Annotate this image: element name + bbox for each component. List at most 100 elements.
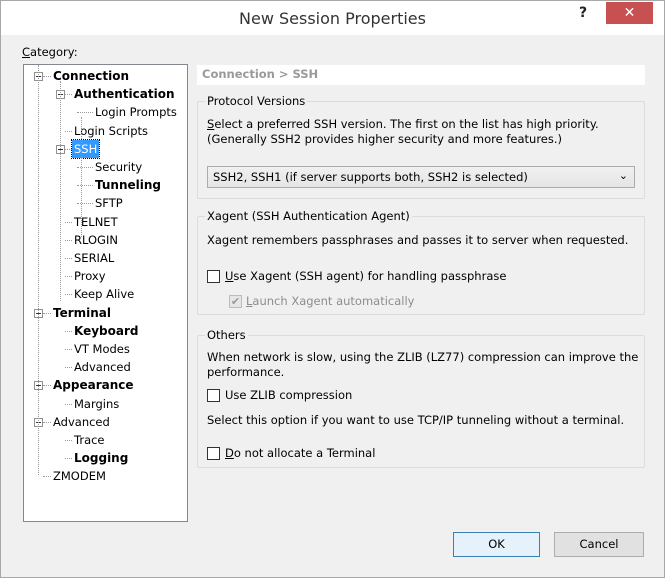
tree-item-appearance[interactable]: Appearance: [24, 376, 184, 394]
tree-connector: [65, 239, 72, 241]
tree-item-ssh[interactable]: SSH: [24, 138, 184, 159]
category-label: Category:: [22, 45, 78, 59]
tree-item-label: Keep Alive: [74, 287, 135, 302]
tree-item-proxy[interactable]: Proxy: [24, 267, 184, 285]
tree-connector: [65, 367, 72, 369]
window-title: New Session Properties: [239, 9, 426, 28]
tree-item-label: Authentication: [74, 87, 175, 102]
others-group: Others When network is slow, using the Z…: [197, 328, 645, 468]
launch-xagent-label[interactable]: Launch Xagent automatically: [246, 294, 414, 308]
category-tree[interactable]: Connection Authentication Login Prompts Log…: [23, 64, 188, 522]
protocol-desc: Select a preferred SSH version. The firs…: [207, 117, 599, 131]
close-button[interactable]: ✕: [606, 2, 653, 24]
tree-connector: [65, 294, 72, 296]
tree-connector: [43, 312, 51, 314]
tree-connector: [65, 403, 72, 405]
tree-item-label: Appearance: [53, 378, 134, 393]
tree-item-label: Login Prompts: [95, 105, 177, 120]
tree-connector: [65, 330, 72, 332]
tree-item-label: Terminal: [53, 305, 112, 320]
tree-item-serial[interactable]: SERIAL: [24, 249, 184, 267]
tree-item-login-scripts[interactable]: Login Scripts: [24, 122, 184, 140]
tree-line: [60, 81, 61, 301]
tree-connector: [43, 76, 51, 77]
title-bar: New Session Properties ? ✕: [1, 1, 664, 35]
tree-item-logging[interactable]: Logging: [24, 449, 184, 467]
tree-item-zmodem[interactable]: ZMODEM: [24, 467, 184, 485]
tree-item-label: Logging: [74, 451, 129, 466]
tree-item-label: SERIAL: [74, 251, 115, 265]
dialog-window: New Session Properties ? ✕ Category: Con…: [0, 0, 665, 578]
tree-connector: [43, 476, 51, 478]
tree-connector: [77, 167, 93, 168]
tree-connector: [43, 385, 51, 387]
help-button[interactable]: ?: [579, 5, 587, 21]
zlib-label[interactable]: Use ZLIB compression: [225, 388, 352, 402]
group-title: Protocol Versions: [205, 94, 308, 108]
tree-item-keep-alive[interactable]: Keep Alive: [24, 285, 184, 303]
tree-item-login-prompts[interactable]: Login Prompts: [24, 103, 184, 121]
tree-connector: [65, 349, 72, 350]
no-terminal-checkbox[interactable]: [207, 447, 220, 460]
tree-connector: [65, 148, 72, 150]
tree-item-label: Advanced: [74, 360, 131, 375]
tree-item-label: Keyboard: [74, 323, 139, 338]
tree-item-telnet[interactable]: TELNET: [24, 213, 184, 231]
tree-connector: [65, 94, 72, 96]
tree-connector: [65, 130, 72, 132]
tree-item-label: Security: [95, 160, 143, 174]
tree-connector: [77, 185, 93, 187]
zlib-desc-2: performance.: [207, 365, 285, 379]
tree-connector: [65, 458, 72, 460]
tree-item-margins[interactable]: Margins: [24, 395, 184, 413]
tree-item-label: TELNET: [74, 214, 118, 229]
breadcrumb: Connection > SSH: [197, 65, 645, 85]
tree-item-label: Margins: [74, 396, 120, 411]
launch-xagent-checkbox[interactable]: ✔: [229, 295, 242, 308]
tree-item-label: Trace: [74, 433, 105, 447]
xagent-group: Xagent (SSH Authentication Agent) Xagent…: [197, 209, 645, 315]
tree-item-authentication[interactable]: Authentication: [24, 85, 184, 103]
ok-button[interactable]: OK: [453, 532, 540, 557]
tree-item-label: SFTP: [95, 196, 123, 211]
tree-item-vt-modes[interactable]: VT Modes: [24, 340, 184, 358]
tree-item-label: Advanced: [53, 414, 110, 429]
xagent-desc: Xagent remembers passphrases and passes …: [207, 233, 629, 247]
tree-item-trace[interactable]: Trace: [24, 431, 184, 449]
ssh-version-select[interactable]: SSH2, SSH1 (if server supports both, SSH…: [207, 166, 635, 188]
tree-item-label: RLOGIN: [74, 232, 118, 247]
tree-connector: [65, 440, 72, 441]
tree-item-advanced[interactable]: Advanced: [24, 358, 184, 376]
use-xagent-label[interactable]: Use Xagent (SSH agent) for handling pass…: [225, 269, 506, 283]
tree-item-label: ZMODEM: [53, 469, 106, 484]
zlib-desc: When network is slow, using the ZLIB (LZ…: [207, 350, 639, 364]
tree-item-advanced[interactable]: Advanced: [24, 413, 184, 431]
zlib-checkbox[interactable]: [207, 389, 220, 402]
tree-item-tunneling[interactable]: Tunneling: [24, 176, 184, 194]
tree-item-label: Connection: [53, 69, 130, 83]
tree-connector: [43, 421, 51, 423]
tree-line: [81, 117, 82, 237]
tree-item-label: Tunneling: [95, 178, 161, 193]
tree-item-keyboard[interactable]: Keyboard: [24, 322, 184, 340]
tree-item-label: Proxy: [74, 269, 106, 284]
cancel-button[interactable]: Cancel: [554, 532, 644, 557]
ssh-version-value: SSH2, SSH1 (if server supports both, SSH…: [213, 170, 528, 184]
tree-item-terminal[interactable]: Terminal: [24, 304, 184, 322]
group-title: Xagent (SSH Authentication Agent): [205, 209, 412, 223]
protocol-versions-group: Protocol Versions Select a preferred SSH…: [197, 94, 645, 199]
tree-item-connection[interactable]: Connection: [24, 67, 184, 85]
protocol-desc-2: (Generally SSH2 provides higher security…: [207, 132, 563, 146]
tree-item-rlogin[interactable]: RLOGIN: [24, 231, 184, 249]
tree-connector: [77, 203, 93, 205]
use-xagent-checkbox[interactable]: [207, 270, 220, 283]
chevron-down-icon: ⌄: [618, 169, 628, 182]
tree-item-security[interactable]: Security: [24, 158, 184, 176]
group-title: Others: [205, 328, 248, 342]
tree-connector: [65, 221, 72, 223]
tree-item-label: VT Modes: [74, 342, 130, 356]
tree-line: [38, 65, 39, 475]
no-terminal-label[interactable]: Do not allocate a Terminal: [225, 446, 375, 460]
tree-item-sftp[interactable]: SFTP: [24, 194, 184, 212]
tree-connector: [77, 112, 93, 114]
